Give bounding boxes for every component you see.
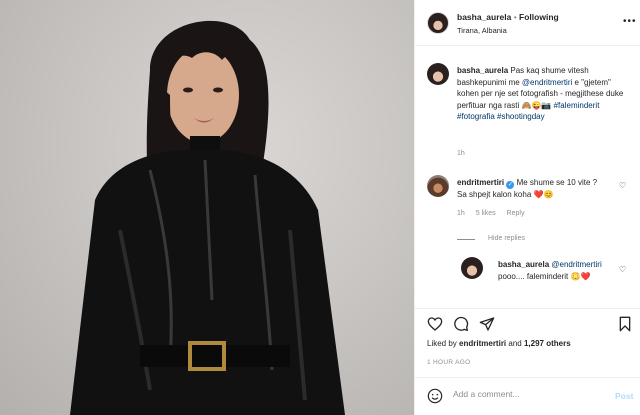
post-side-panel: basha_aurela • Following Tirana, Albania… <box>414 0 640 415</box>
post-actions-bar <box>415 308 640 338</box>
comment-meta: 1h 5 likes Reply <box>457 210 533 217</box>
reply-text: pooo.... faleminderit <box>498 271 571 281</box>
likes-joiner: and <box>506 339 524 348</box>
reply-username[interactable]: basha_aurela <box>498 260 549 269</box>
emoji-icon[interactable] <box>427 388 443 404</box>
comment-time[interactable]: 1h <box>457 210 465 217</box>
reply-button[interactable]: Reply <box>507 210 525 217</box>
caption: basha_aurela Pas kaq shume vitesh bashke… <box>457 65 633 123</box>
more-options-icon[interactable]: ••• <box>623 16 637 27</box>
post-comment-button[interactable]: Post <box>615 391 633 401</box>
caption-mention[interactable]: @endritmertiri <box>522 78 572 87</box>
add-comment-bar: Post <box>415 377 640 415</box>
post-timestamp[interactable]: 1 HOUR AGO <box>427 359 470 366</box>
avatar[interactable] <box>427 12 449 34</box>
post-photo[interactable] <box>0 0 414 415</box>
header-username[interactable]: basha_aurela <box>457 12 511 22</box>
comment-bubble-icon[interactable] <box>453 316 469 332</box>
reply-mention[interactable]: @endritmertiri <box>551 260 601 269</box>
add-comment-input[interactable] <box>453 389 603 399</box>
likes-others[interactable]: 1,297 others <box>524 339 571 348</box>
comment-username[interactable]: endritmertiri <box>457 178 504 187</box>
comment-likes[interactable]: 5 likes <box>476 210 496 217</box>
reply-comment: basha_aurela @endritmertiri pooo.... fal… <box>498 259 618 282</box>
avatar[interactable] <box>427 175 449 197</box>
share-paper-plane-icon[interactable] <box>479 316 495 332</box>
comment-emoji: ❤️😊 <box>533 190 554 199</box>
replies-divider <box>457 239 475 240</box>
caption-emoji: 🙈😜📷 <box>521 100 552 110</box>
avatar[interactable] <box>461 257 483 279</box>
comments-scroll-area[interactable]: basha_aurela Pas kaq shume vitesh bashke… <box>415 46 640 308</box>
caption-username[interactable]: basha_aurela <box>457 66 508 75</box>
likes-user[interactable]: endritmertiri <box>459 339 506 348</box>
following-button[interactable]: Following <box>519 12 559 22</box>
post-header: basha_aurela • Following Tirana, Albania… <box>415 0 640 46</box>
location-link[interactable]: Tirana, Albania <box>457 26 507 35</box>
reply-emoji: 😳❤️ <box>570 271 591 281</box>
header-separator: • <box>511 12 520 22</box>
likes-prefix: Liked by <box>427 339 460 348</box>
save-bookmark-icon[interactable] <box>617 316 633 332</box>
comment: endritmertiri ✓ Me shume se 10 vite ? Sa… <box>457 177 607 201</box>
avatar[interactable] <box>427 63 449 85</box>
like-reply-heart-icon[interactable]: ♡ <box>619 265 626 274</box>
like-heart-icon[interactable] <box>427 316 443 332</box>
portrait-image <box>70 20 345 415</box>
header-user-line: basha_aurela • Following <box>457 12 559 22</box>
verified-badge-icon: ✓ <box>506 181 515 189</box>
hide-replies-button[interactable]: Hide replies <box>488 235 525 242</box>
caption-time[interactable]: 1h <box>457 150 465 157</box>
likes-summary: Liked by endritmertiri and 1,297 others <box>427 339 637 348</box>
like-comment-heart-icon[interactable]: ♡ <box>619 181 626 190</box>
